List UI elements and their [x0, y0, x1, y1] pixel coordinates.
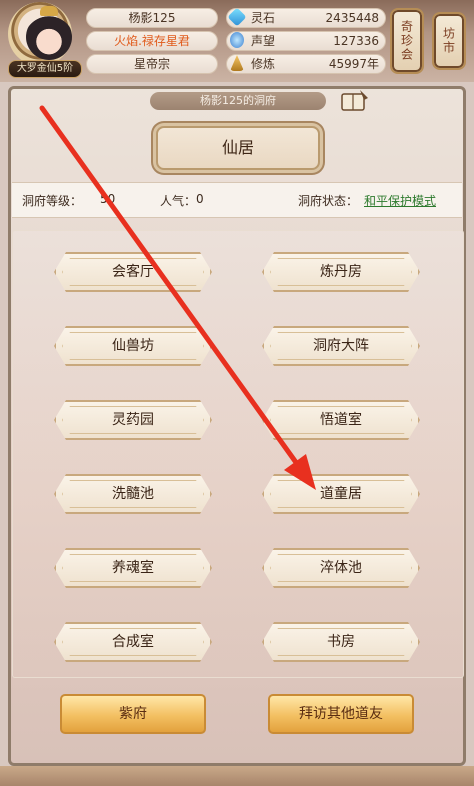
resource-row-cultivation: 修炼 45997年: [226, 54, 386, 74]
room-button-study[interactable]: 书房: [262, 622, 420, 662]
cave-state-link[interactable]: 和平保护模式: [364, 192, 436, 209]
room-button-reception-hall[interactable]: 会客厅: [54, 252, 212, 292]
avatar[interactable]: [8, 2, 72, 66]
rare-treasure-auction-button[interactable]: 奇珍会: [390, 8, 424, 74]
avatar-portrait: [26, 14, 72, 60]
popularity-label: 人气：: [160, 194, 197, 208]
cave-level-value: 50: [100, 192, 116, 206]
cave-status-bar: 洞府等级： 50 人气： 0 洞府状态： 和平保护模式: [12, 182, 462, 218]
resource-row-prestige: 声望 127336: [226, 31, 386, 51]
bottom-decor-strip: [0, 766, 474, 786]
room-button-beast-workshop[interactable]: 仙兽坊: [54, 326, 212, 366]
rank-badge: 大罗金仙5阶: [8, 60, 82, 78]
room-button-soul-room[interactable]: 养魂室: [54, 548, 212, 588]
room-button-alchemy-room[interactable]: 炼丹房: [262, 252, 420, 292]
room-button-servant-quarters[interactable]: 道童居: [262, 474, 420, 514]
book-icon[interactable]: [340, 88, 370, 114]
hair-ornament-icon: [40, 6, 58, 16]
room-button-marrow-pool[interactable]: 洗髓池: [54, 474, 212, 514]
panel-heading: 杨影125的洞府: [150, 92, 326, 110]
room-button-herb-garden[interactable]: 灵药园: [54, 400, 212, 440]
purple-mansion-button[interactable]: 紫府: [60, 694, 206, 734]
cave-state-label: 洞府状态：: [298, 194, 359, 208]
room-button-synthesis-room[interactable]: 合成室: [54, 622, 212, 662]
room-button-cave-array[interactable]: 洞府大阵: [262, 326, 420, 366]
cave-level-label: 洞府等级：: [22, 194, 83, 208]
room-grid: [12, 230, 464, 678]
resource-value: 2435448: [325, 11, 379, 25]
resource-value: 45997年: [328, 57, 379, 71]
room-button-enlightenment-room[interactable]: 悟道室: [262, 400, 420, 440]
resource-row-spirit-stone: 灵石 2435448: [226, 8, 386, 28]
market-button[interactable]: 坊市: [432, 12, 466, 70]
player-title: 火焰.禄存星君: [86, 31, 218, 51]
room-button-body-pool[interactable]: 淬体池: [262, 548, 420, 588]
popularity-value: 0: [196, 192, 204, 206]
prestige-icon: [230, 32, 244, 48]
resource-value: 127336: [333, 34, 379, 48]
player-sect: 星帝宗: [86, 54, 218, 74]
resource-label: 修炼: [251, 57, 276, 71]
player-name: 杨影125: [86, 8, 218, 28]
visit-friends-button[interactable]: 拜访其他道友: [268, 694, 414, 734]
resource-label: 灵石: [251, 11, 276, 25]
resource-label: 声望: [251, 34, 276, 48]
main-dwelling-button[interactable]: 仙居: [156, 126, 320, 170]
